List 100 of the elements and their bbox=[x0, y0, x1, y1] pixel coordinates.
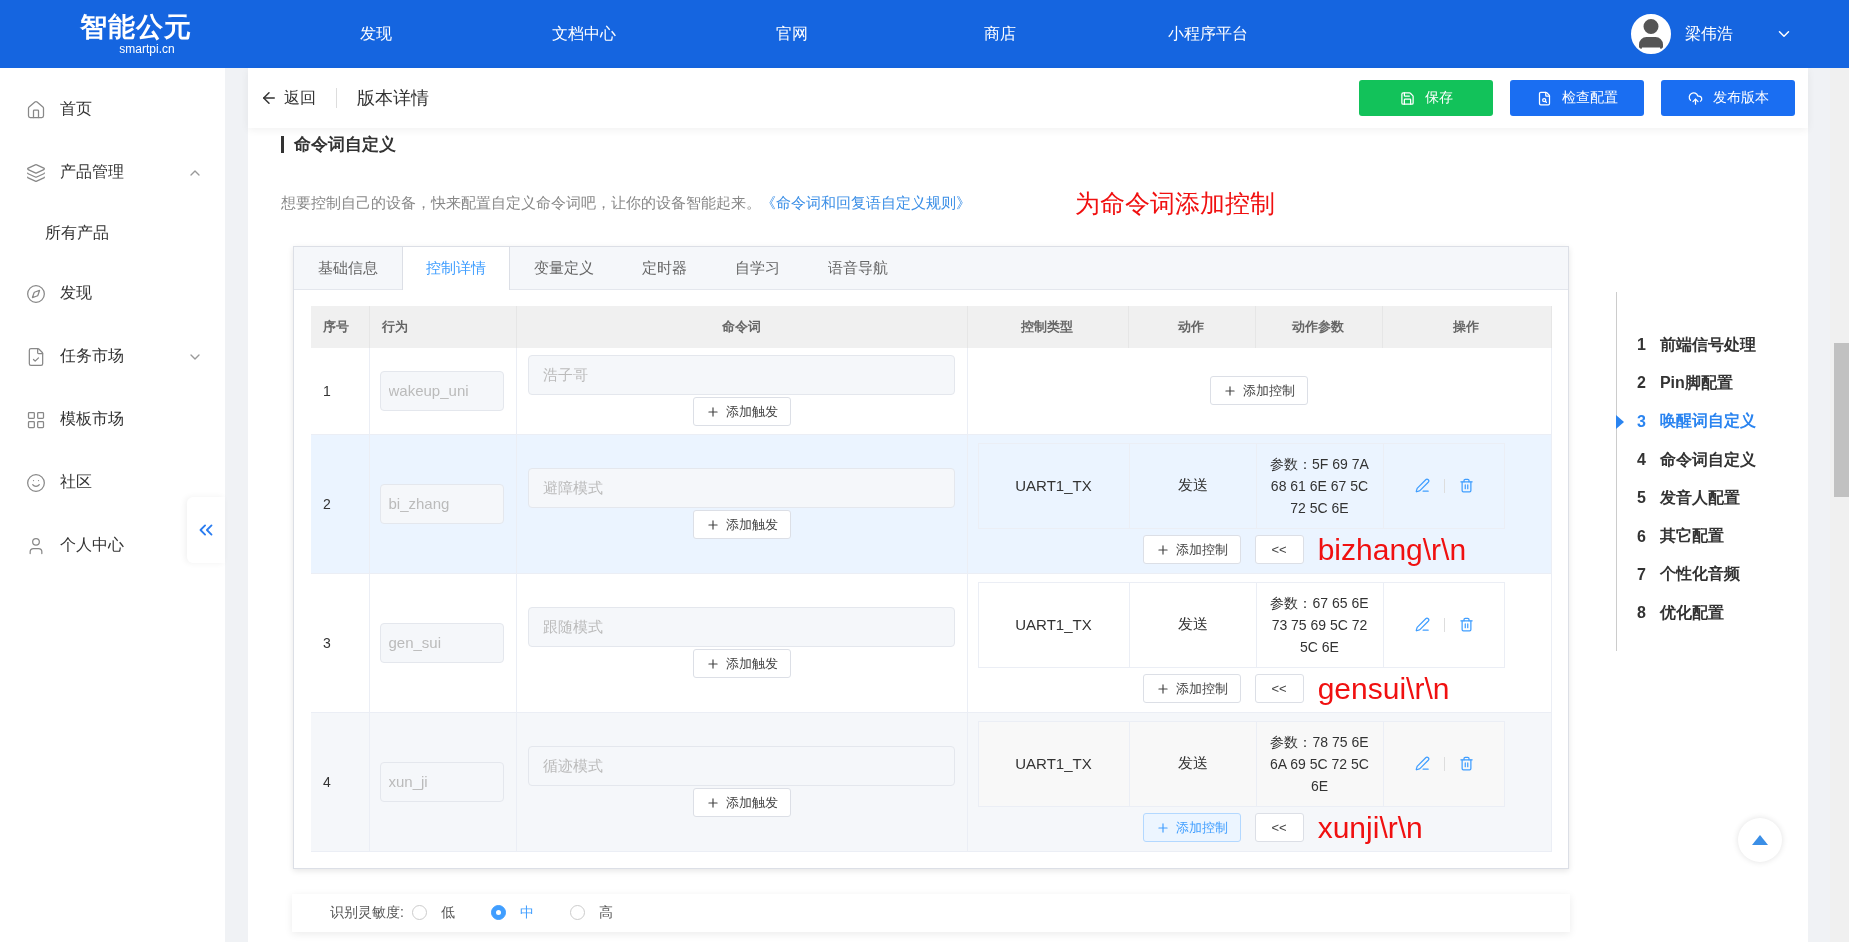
collapse-button[interactable]: << bbox=[1254, 813, 1304, 842]
edit-icon[interactable] bbox=[1415, 617, 1430, 632]
anchor-nav-item[interactable]: 6 其它配置 bbox=[1617, 517, 1808, 556]
action-params: 参数：5F 69 7A 68 61 6E 67 5C 72 5C 6E bbox=[1269, 454, 1370, 518]
page-title: 版本详情 bbox=[357, 87, 430, 110]
column-header: 控制类型 bbox=[967, 306, 1128, 348]
plus-icon bbox=[1155, 820, 1170, 835]
back-to-top-button[interactable] bbox=[1738, 818, 1782, 862]
document-check-icon bbox=[26, 346, 46, 367]
add-control-button[interactable]: 添加控制 bbox=[1142, 674, 1241, 703]
triangle-up-icon bbox=[1752, 835, 1768, 845]
plus-icon bbox=[705, 656, 720, 671]
control-action: 发送 bbox=[1129, 582, 1257, 667]
tab[interactable]: 自学习 bbox=[711, 247, 804, 290]
anchor-nav-item[interactable]: 7 个性化音频 bbox=[1617, 555, 1808, 595]
control-action: 发送 bbox=[1129, 721, 1257, 806]
nav-link[interactable]: 发现 bbox=[272, 23, 480, 45]
sensitivity-label: 识别灵敏度: bbox=[330, 903, 404, 922]
nav-link[interactable]: 文档中心 bbox=[480, 23, 688, 45]
scrollbar-thumb[interactable] bbox=[1834, 343, 1849, 497]
column-header: 行为 bbox=[369, 306, 516, 348]
anchor-nav-item[interactable]: 8 优化配置 bbox=[1617, 594, 1808, 633]
row-number: 2 bbox=[322, 495, 331, 512]
column-header: 操作 bbox=[1382, 306, 1552, 348]
avatar-icon[interactable] bbox=[1631, 14, 1671, 54]
sidebar-item[interactable]: 发现 bbox=[0, 262, 185, 325]
back-link[interactable]: 返回 bbox=[260, 88, 337, 108]
collapse-button[interactable]: << bbox=[1254, 535, 1304, 564]
radio-label[interactable]: 高 bbox=[598, 903, 613, 922]
sidebar-item[interactable]: 产品管理 bbox=[0, 141, 225, 204]
logo-text: 智能公元 bbox=[80, 12, 192, 42]
plus-icon bbox=[705, 517, 720, 532]
plus-icon bbox=[1155, 681, 1170, 696]
collapse-button[interactable]: << bbox=[1254, 674, 1304, 703]
action-params: 参数：78 75 6E 6A 69 5C 72 5C 6E bbox=[1269, 732, 1370, 796]
nav-link[interactable]: 官网 bbox=[688, 23, 896, 45]
tab[interactable]: 变量定义 bbox=[510, 247, 618, 290]
tab[interactable]: 定时器 bbox=[618, 247, 711, 290]
anchor-nav-item[interactable]: 4 命令词自定义 bbox=[1617, 440, 1808, 480]
annotation-text: xunji\r\n bbox=[1317, 812, 1423, 843]
document-search-icon bbox=[1536, 90, 1552, 106]
sidebar-item[interactable]: 任务市场 bbox=[0, 325, 225, 388]
row-number: 4 bbox=[322, 773, 331, 790]
radio-button[interactable] bbox=[569, 905, 585, 920]
toolbar-button[interactable]: 检查配置 bbox=[1510, 80, 1644, 116]
add-trigger-button[interactable]: 添加触发 bbox=[692, 510, 791, 539]
radio-button[interactable] bbox=[490, 905, 506, 920]
user-name[interactable]: 梁伟浩 bbox=[1685, 23, 1733, 45]
add-trigger-button[interactable]: 添加触发 bbox=[692, 397, 791, 427]
rules-link[interactable]: 《命令词和回复语自定义规则》 bbox=[761, 193, 971, 211]
sidebar-item[interactable]: 首页 bbox=[0, 78, 185, 141]
logo-subtitle: smartpi.cn bbox=[118, 42, 176, 56]
column-header: 序号 bbox=[311, 306, 369, 348]
title-bar-mark bbox=[281, 135, 284, 153]
toolbar-button[interactable]: 发布版本 bbox=[1661, 80, 1795, 116]
anchor-nav-item[interactable]: 1 前端信号处理 bbox=[1617, 326, 1808, 365]
sidebar-item[interactable]: 模板市场 bbox=[0, 388, 185, 451]
add-control-button[interactable]: 添加控制 bbox=[1210, 376, 1309, 406]
plus-icon bbox=[705, 795, 720, 810]
nav-link[interactable]: 小程序平台 bbox=[1104, 23, 1312, 45]
active-marker-icon bbox=[1616, 414, 1624, 429]
nav-link[interactable]: 商店 bbox=[896, 23, 1104, 45]
delete-icon[interactable] bbox=[1459, 478, 1474, 493]
edit-icon[interactable] bbox=[1415, 478, 1430, 493]
annotation-text: gensui\r\n bbox=[1317, 673, 1450, 704]
edit-icon[interactable] bbox=[1415, 756, 1430, 771]
section-title: 命令词自定义 bbox=[294, 133, 396, 156]
tab[interactable]: 语音导航 bbox=[804, 247, 912, 290]
plus-icon bbox=[1223, 383, 1238, 398]
action-params: 参数：67 65 6E 73 75 69 5C 72 5C 6E bbox=[1269, 593, 1370, 657]
radio-button[interactable] bbox=[411, 905, 427, 920]
cloud-upload-icon bbox=[1687, 90, 1703, 106]
radio-label[interactable]: 低 bbox=[440, 903, 455, 922]
delete-icon[interactable] bbox=[1459, 756, 1474, 771]
compass-icon bbox=[26, 283, 46, 304]
sidebar-item[interactable]: 社区 bbox=[0, 451, 185, 514]
sidebar-item[interactable]: 个人中心 bbox=[0, 514, 185, 577]
layers-icon bbox=[26, 162, 46, 183]
control-type: UART1_TX bbox=[978, 582, 1130, 667]
annotation-text: bizhang\r\n bbox=[1317, 534, 1467, 565]
column-header: 动作参数 bbox=[1255, 306, 1382, 348]
delete-icon[interactable] bbox=[1459, 617, 1474, 632]
column-header: 动作 bbox=[1128, 306, 1255, 348]
plus-icon bbox=[705, 404, 720, 419]
control-action: 发送 bbox=[1129, 443, 1257, 528]
add-trigger-button[interactable]: 添加触发 bbox=[692, 788, 791, 817]
anchor-nav-item[interactable]: 5 发音人配置 bbox=[1617, 479, 1808, 518]
row-number: 3 bbox=[322, 634, 331, 651]
add-trigger-button[interactable]: 添加触发 bbox=[692, 649, 791, 678]
collapse-sidebar-button[interactable] bbox=[187, 497, 225, 563]
control-type: UART1_TX bbox=[978, 443, 1130, 528]
anchor-nav-item[interactable]: 3 唤醒词自定义 bbox=[1617, 402, 1808, 441]
sidebar-subitem[interactable]: 所有产品 bbox=[0, 204, 225, 262]
add-control-button[interactable]: 添加控制 bbox=[1142, 535, 1241, 564]
tab[interactable]: 基础信息 bbox=[294, 247, 402, 290]
section-description: 想要控制自己的设备，快来配置自定义命令词吧，让你的设备智能起来。《命令词和回复语自定义规则》 bbox=[281, 193, 971, 213]
grid-icon bbox=[26, 409, 46, 430]
smile-icon bbox=[26, 472, 46, 493]
control-type: UART1_TX bbox=[978, 721, 1130, 806]
anchor-nav-item[interactable]: 2 Pin脚配置 bbox=[1617, 364, 1808, 403]
